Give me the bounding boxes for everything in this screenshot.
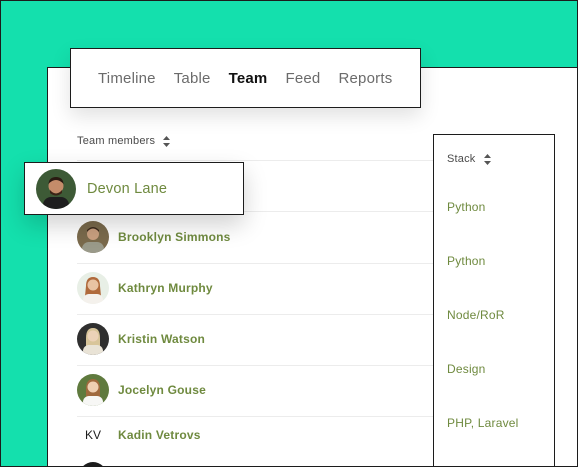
member-name: Brooklyn Simmons [118, 230, 231, 244]
table-row[interactable]: Jocelyn Gouse [77, 374, 206, 406]
stack-header-label: Stack [447, 153, 476, 165]
avatar [77, 323, 109, 355]
view-tabs: Timeline Table Team Feed Reports [70, 48, 421, 108]
stack-cell: PHP, Laravel [447, 416, 519, 430]
team-members-header[interactable]: Team members [77, 135, 171, 147]
stack-cell: Python [447, 200, 486, 214]
tab-reports[interactable]: Reports [338, 70, 392, 87]
stack-cell: Design [447, 362, 486, 376]
member-name: Devon Lane [87, 180, 168, 197]
dragged-member-row[interactable]: Devon Lane [24, 162, 244, 215]
stack-header[interactable]: Stack [447, 153, 491, 165]
tab-table[interactable]: Table [174, 70, 211, 87]
stack-cell: Python [447, 254, 486, 268]
table-row[interactable]: KV Kadin Vetrovs [77, 419, 201, 451]
table-row[interactable]: Brooklyn Simmons [77, 221, 231, 253]
tab-timeline[interactable]: Timeline [98, 70, 156, 87]
stack-cell: Node/RoR [447, 308, 505, 322]
member-name: Kathryn Murphy [118, 281, 213, 295]
tab-feed[interactable]: Feed [285, 70, 320, 87]
avatar [77, 221, 109, 253]
member-name: Jocelyn Gouse [118, 383, 206, 397]
team-members-header-label: Team members [77, 135, 156, 147]
table-row[interactable]: Kristin Watson [77, 323, 205, 355]
stack-column[interactable]: Stack Python Python Node/RoR Design PHP,… [433, 134, 555, 467]
member-name: Kadin Vetrovs [118, 428, 201, 442]
member-name: Kristin Watson [118, 332, 206, 346]
avatar [36, 168, 76, 209]
table-row[interactable]: Kathryn Murphy [77, 272, 213, 304]
sort-icon[interactable] [483, 153, 491, 165]
avatar-initials: KV [84, 428, 101, 442]
avatar [77, 272, 109, 304]
sort-icon[interactable] [163, 135, 171, 147]
avatar [77, 374, 109, 406]
tab-team[interactable]: Team [229, 70, 268, 87]
